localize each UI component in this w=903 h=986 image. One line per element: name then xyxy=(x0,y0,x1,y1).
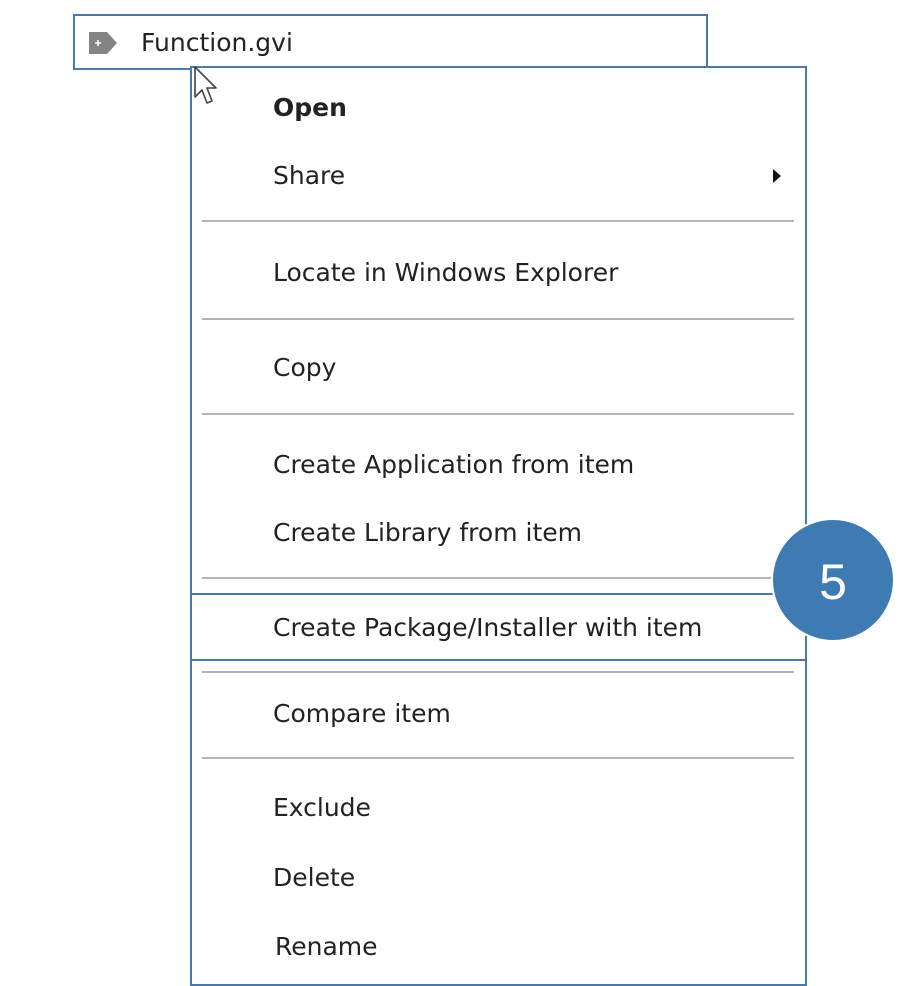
menu-separator xyxy=(202,757,794,759)
mouse-cursor-icon xyxy=(194,66,217,104)
menu-item-exclude[interactable]: Exclude xyxy=(273,792,371,824)
menu-item-compare[interactable]: Compare item xyxy=(273,698,451,730)
menu-item-copy[interactable]: Copy xyxy=(273,352,336,384)
menu-separator xyxy=(202,413,794,415)
file-name: Function.gvi xyxy=(141,28,293,57)
menu-separator xyxy=(202,318,794,320)
menu-item-create-package-installer[interactable]: Create Package/Installer with item xyxy=(273,612,702,644)
menu-item-create-application[interactable]: Create Application from item xyxy=(273,449,634,481)
play-file-icon xyxy=(89,32,117,54)
menu-item-locate-in-windows-explorer[interactable]: Locate in Windows Explorer xyxy=(273,257,618,289)
menu-item-create-library[interactable]: Create Library from item xyxy=(273,517,582,549)
file-item-row[interactable]: Function.gvi xyxy=(73,14,708,70)
menu-item-open[interactable]: Open xyxy=(273,92,347,124)
menu-item-share[interactable]: Share xyxy=(273,160,345,192)
menu-item-delete[interactable]: Delete xyxy=(273,862,355,894)
menu-item-rename[interactable]: Rename xyxy=(275,931,378,963)
menu-separator xyxy=(202,220,794,222)
menu-separator xyxy=(202,577,794,579)
step-number-badge: 5 xyxy=(771,518,895,642)
context-menu: Open Share Locate in Windows Explorer Co… xyxy=(190,66,807,986)
menu-separator xyxy=(202,671,794,673)
submenu-arrow-icon xyxy=(773,169,781,183)
